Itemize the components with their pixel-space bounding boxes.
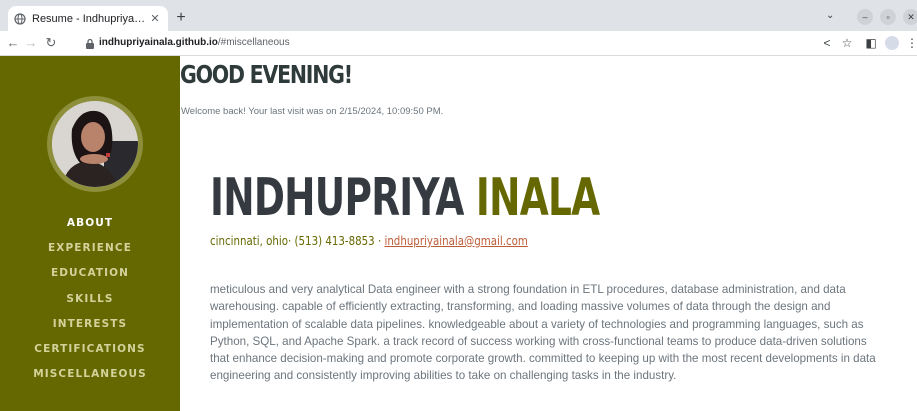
sidebar-item-education[interactable]: EDUCATION — [0, 261, 180, 286]
profile-photo — [47, 96, 143, 192]
greeting-heading: GOOD EVENING! — [180, 60, 353, 89]
close-tab-icon[interactable]: ✕ — [148, 12, 162, 25]
last-visit-message: Welcome back! Your last visit was on 2/1… — [181, 106, 444, 117]
minimize-icon[interactable]: – — [857, 9, 873, 25]
menu-kebab-icon[interactable]: ⋮ — [905, 36, 917, 50]
last-name: INALA — [475, 168, 600, 228]
profile-avatar-icon[interactable] — [885, 36, 899, 50]
sidebar-item-interests[interactable]: INTERESTS — [0, 312, 180, 337]
url-domain: indhupriyainala.github.io — [99, 37, 218, 48]
back-arrow-icon[interactable]: ← — [6, 36, 20, 50]
bookmark-star-icon[interactable]: ☆ — [840, 36, 854, 50]
contact-line: cincinnati, ohio· (513) 413-8853 · indhu… — [210, 233, 528, 248]
about-summary: meticulous and very analytical Data engi… — [210, 283, 876, 383]
browser-tab[interactable]: Resume - Indhupriya Inala ✕ — [8, 6, 168, 31]
side-panel-icon[interactable]: ◧ — [864, 36, 878, 50]
lock-icon[interactable] — [85, 37, 95, 49]
contact-text: cincinnati, ohio· (513) 413-8853 · — [210, 233, 385, 248]
chevron-down-icon[interactable]: ⌄ — [826, 10, 834, 21]
tab-bar: Resume - Indhupriya Inala ✕ + ⌄ – ▫ ✕ — [0, 0, 917, 31]
first-name: INDHUPRIYA — [210, 168, 464, 228]
reload-icon[interactable]: ↻ — [44, 36, 58, 50]
close-window-icon[interactable]: ✕ — [903, 9, 917, 25]
address-bar[interactable]: indhupriyainala.github.io/#miscellaneous — [99, 37, 290, 48]
share-icon[interactable]: < — [820, 36, 834, 50]
tab-title: Resume - Indhupriya Inala — [32, 12, 148, 25]
sidebar-nav: ABOUT EXPERIENCE EDUCATION SKILLS INTERE… — [0, 211, 180, 387]
email-link[interactable]: indhupriyainala@gmail.com — [384, 233, 527, 248]
sidebar-item-experience[interactable]: EXPERIENCE — [0, 236, 180, 261]
sidebar: ABOUT EXPERIENCE EDUCATION SKILLS INTERE… — [0, 56, 180, 411]
browser-toolbar: ← → ↻ indhupriyainala.github.io/#miscell… — [0, 31, 917, 56]
sidebar-item-about[interactable]: ABOUT — [0, 211, 180, 236]
sidebar-item-miscellaneous[interactable]: MISCELLANEOUS — [0, 362, 180, 387]
url-path: /#miscellaneous — [217, 37, 290, 48]
sidebar-item-skills[interactable]: SKILLS — [0, 287, 180, 312]
new-tab-icon[interactable]: + — [172, 9, 190, 27]
page-title: INDHUPRIYA INALA — [210, 168, 600, 228]
globe-icon — [14, 12, 26, 25]
forward-arrow-icon[interactable]: → — [24, 36, 38, 50]
sidebar-item-certifications[interactable]: CERTIFICATIONS — [0, 337, 180, 362]
maximize-icon[interactable]: ▫ — [880, 9, 896, 25]
page-content: ABOUT EXPERIENCE EDUCATION SKILLS INTERE… — [0, 56, 917, 411]
